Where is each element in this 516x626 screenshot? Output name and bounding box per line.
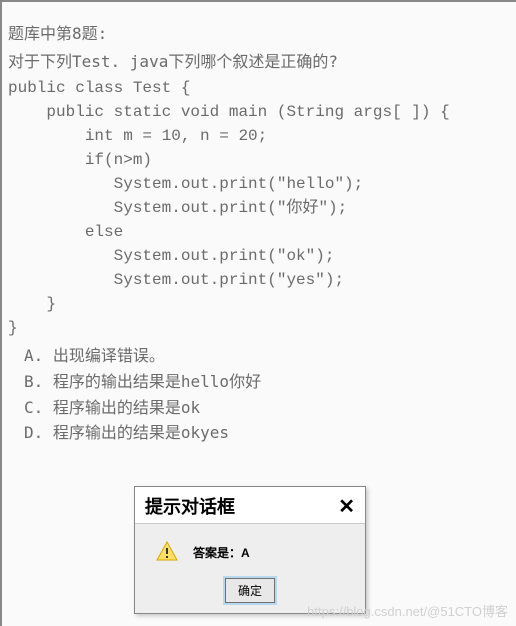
close-icon[interactable]: ✕ bbox=[338, 494, 355, 519]
question-number: 题库中第8题: bbox=[8, 20, 510, 44]
question-text: 对于下列Test. java下列哪个叙述是正确的? bbox=[8, 48, 510, 72]
watermark: https://blog.csdn.net/@51CTO博客 bbox=[307, 601, 508, 620]
ok-button[interactable]: 确定 bbox=[225, 578, 275, 603]
option-a: A. 出现编译错误。 bbox=[24, 344, 510, 369]
alert-dialog: 提示对话框 ✕ 答案是：A 确定 bbox=[134, 486, 366, 614]
dialog-message: 答案是：A bbox=[193, 544, 250, 561]
dialog-content: 答案是：A bbox=[145, 540, 355, 564]
option-c: C. 程序输出的结果是ok bbox=[24, 396, 510, 421]
dialog-titlebar: 提示对话框 ✕ bbox=[135, 487, 365, 524]
dialog-body: 答案是：A 确定 bbox=[135, 524, 365, 613]
code-block: public class Test { public static void m… bbox=[8, 76, 510, 340]
option-b: B. 程序的输出结果是hello你好 bbox=[24, 370, 510, 395]
option-d: D. 程序输出的结果是okyes bbox=[24, 421, 510, 446]
warning-icon bbox=[155, 540, 179, 564]
options-list: A. 出现编译错误。 B. 程序的输出结果是hello你好 C. 程序输出的结果… bbox=[24, 344, 510, 446]
dialog-title: 提示对话框 bbox=[145, 493, 235, 519]
